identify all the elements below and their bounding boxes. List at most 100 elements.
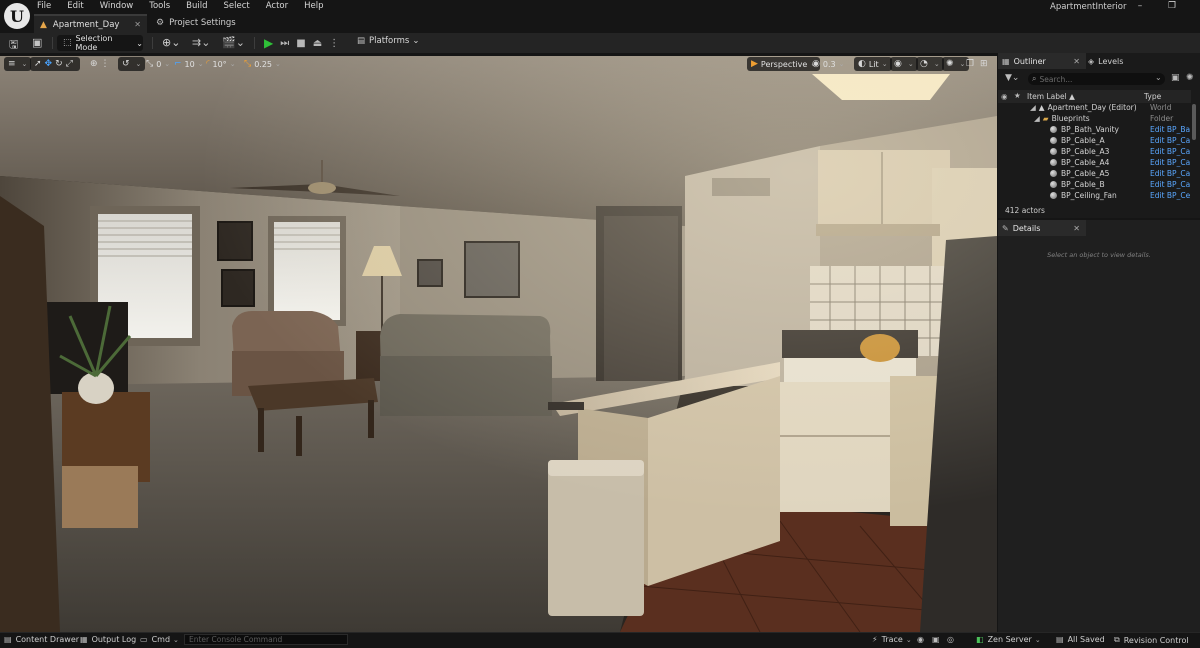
grid-snap-icon: ⌐ — [174, 59, 182, 69]
menu-item-file[interactable]: File — [37, 0, 51, 13]
menu-item-build[interactable]: Build — [186, 0, 207, 13]
all-saved-button[interactable]: ▤ All Saved — [1056, 635, 1105, 644]
save-icon[interactable]: 🖫 — [9, 36, 18, 55]
select-tool-icon[interactable]: ➚ — [34, 59, 42, 69]
search-options-chevron-icon[interactable]: ⌄ — [1155, 73, 1162, 82]
angle-snap-button[interactable]: ◜ 10° ⌄ — [206, 57, 236, 71]
scale-tool-icon[interactable]: ⤢ — [66, 59, 73, 69]
tree-row-actor[interactable]: BP_Cable_A5 Edit BP_Cabl — [998, 169, 1191, 180]
tab-levels[interactable]: ◈ Levels — [1088, 53, 1123, 69]
tree-row-actor[interactable]: BP_Cable_A3 Edit BP_Cabl — [998, 147, 1191, 158]
tree-row-actor[interactable]: BP_Bath_Vanity Edit BP_Bath — [998, 125, 1191, 136]
content-drawer-button[interactable]: ▤ Content Drawer — [4, 635, 79, 644]
play-icon[interactable]: ▶ — [264, 36, 273, 50]
menu-item-actor[interactable]: Actor — [266, 0, 288, 13]
coordinate-system-button[interactable]: ⊕ ⋮ — [90, 57, 113, 71]
platforms-button[interactable]: ▤ Platforms ⌄ — [357, 36, 419, 46]
filter-icon[interactable]: ▼⌄ — [1005, 73, 1019, 83]
grid-snap-value: 10 — [184, 59, 195, 69]
close-tab-icon[interactable]: ✕ — [1073, 57, 1080, 66]
tab-project-settings[interactable]: ⚙ Project Settings — [156, 15, 236, 31]
tab-outliner[interactable]: ▦ Outliner ✕ — [998, 53, 1086, 69]
step-icon[interactable]: ⏭ — [280, 38, 289, 49]
menu-item-help[interactable]: Help — [304, 0, 323, 13]
layout-button[interactable]: ⊞ — [980, 57, 991, 71]
trace-button[interactable]: ⚡ Trace ⌄ — [872, 635, 912, 644]
grid-snap-button[interactable]: ⌐ 10 ⌄ — [174, 57, 204, 71]
lighting-mode-button[interactable]: ◐ Lit ⌄ — [854, 57, 892, 71]
view-mode-button[interactable]: ▶ Perspective ⌄ — [747, 57, 821, 71]
menu-item-select[interactable]: Select — [224, 0, 250, 13]
tree-row-label: BP_Cable_A4 — [1050, 158, 1109, 167]
edit-blueprint-link[interactable]: Edit BP_Cabl — [1150, 136, 1190, 145]
edit-blueprint-link[interactable]: Edit BP_Cabl — [1150, 180, 1190, 189]
outliner-search-input[interactable]: ⌕ Search... — [1028, 73, 1165, 85]
selection-mode-dropdown[interactable]: ⬚ Selection Mode ⌄ — [57, 34, 143, 52]
tree-row-actor[interactable]: BP_Cable_A4 Edit BP_Cabl — [998, 158, 1191, 169]
edit-blueprint-link[interactable]: Edit BP_Cabl — [1150, 147, 1190, 156]
restore-icon[interactable]: ❐ — [1166, 1, 1178, 11]
eject-icon[interactable]: ⏏ — [313, 38, 322, 49]
add-actor-icon[interactable]: ⊕⌄ — [162, 36, 180, 49]
viewport-options-button[interactable]: ≡ ⌄ — [4, 57, 32, 71]
chevron-down-icon: ⌄ — [136, 38, 143, 48]
output-log-label: Output Log — [91, 635, 137, 644]
move-tool-icon[interactable]: ✥ — [45, 59, 53, 69]
add-folder-icon[interactable]: ▣ — [1171, 73, 1180, 83]
unreal-logo-icon[interactable]: U — [4, 3, 30, 29]
blueprint-icon[interactable]: ⇉⌄ — [192, 36, 210, 49]
tree-row-actor[interactable]: BP_Cable_B Edit BP_Cabl — [998, 180, 1191, 191]
minimize-icon[interactable]: – — [1134, 1, 1146, 11]
performance-button[interactable]: ◔ ⌄ — [916, 57, 944, 71]
tree-row-world[interactable]: ◢ ▲ Apartment_Day (Editor) World — [998, 103, 1191, 114]
close-tab-icon[interactable]: ✕ — [134, 20, 141, 29]
maximize-viewport-button[interactable]: ❐ — [966, 57, 977, 71]
show-flags-button[interactable]: ◉ ⌄ — [890, 57, 918, 71]
edit-blueprint-link[interactable]: Edit BP_Cabl — [1150, 158, 1190, 167]
menu-item-tools[interactable]: Tools — [149, 0, 170, 13]
settings-icon[interactable]: ✺ — [1186, 73, 1194, 83]
record-icon: ◉ — [917, 635, 924, 644]
play-options-icon[interactable]: ⋮ — [329, 38, 339, 49]
output-log-button[interactable]: ▦ Output Log — [80, 635, 136, 644]
screenshot-button[interactable]: ▣ — [932, 635, 944, 644]
outliner-scrollbar[interactable] — [1192, 104, 1196, 140]
pencil-icon: ✎ — [1002, 223, 1009, 233]
scale-snap-button[interactable]: ⤡ 0.25 ⌄ — [244, 57, 281, 71]
menu-item-edit[interactable]: Edit — [67, 0, 83, 13]
camera-speed-button[interactable]: ◉ 0.3 ⌄ — [812, 57, 844, 71]
surface-snap-button[interactable]: ↺ ⌄ — [118, 57, 146, 71]
tab-level[interactable]: ▲ Apartment_Day ✕ — [34, 14, 147, 33]
menu-item-window[interactable]: Window — [100, 0, 134, 13]
tab-details[interactable]: ✎ Details ✕ — [998, 220, 1086, 236]
console-command-input[interactable]: Enter Console Command — [184, 634, 348, 645]
cmd-dropdown[interactable]: ▭ Cmd ⌄ — [140, 635, 179, 644]
tree-row-actor[interactable]: BP_Cable_A Edit BP_Cabl — [998, 136, 1191, 147]
stop-icon[interactable]: ■ — [296, 38, 305, 49]
rotate-tool-icon[interactable]: ↻ — [55, 59, 63, 69]
close-tab-icon[interactable]: ✕ — [1073, 224, 1080, 233]
menu-bar: File Edit Window Tools Build Select Actor Help — [37, 0, 340, 13]
level-viewport[interactable] — [0, 56, 997, 632]
pin-icon[interactable]: ★ — [1014, 91, 1021, 100]
stop-trace-button[interactable]: ◎ — [947, 635, 958, 644]
edit-blueprint-link[interactable]: Edit BP_Cabl — [1150, 169, 1190, 178]
chevron-down-icon: ⌄ — [21, 60, 28, 68]
revision-control-button[interactable]: ⧉ Revision Control — [1114, 635, 1189, 645]
column-item-label[interactable]: Item Label ▲ — [1027, 92, 1075, 101]
content-drawer-icon: ▤ — [4, 635, 12, 644]
cinematics-icon[interactable]: 🎬⌄ — [222, 36, 245, 49]
zen-server-button[interactable]: ◧ Zen Server ⌄ — [976, 635, 1041, 644]
world-icon: ▲ — [1038, 103, 1045, 112]
edit-blueprint-link[interactable]: Edit BP_Bath — [1150, 125, 1190, 134]
tree-row-folder[interactable]: ◢ ▰ Blueprints Folder — [998, 114, 1191, 125]
rotation-snap-button[interactable]: ⤡ 0 ⌄ — [146, 57, 170, 71]
browse-content-icon[interactable]: ▣ — [32, 36, 42, 49]
edit-blueprint-link[interactable]: Edit BP_Ceilin — [1150, 191, 1190, 200]
trace-record-button[interactable]: ◉ — [917, 635, 928, 644]
all-saved-label: All Saved — [1067, 635, 1105, 644]
layout-grid-icon: ⊞ — [980, 59, 988, 69]
tree-row-actor[interactable]: BP_Ceiling_Fan Edit BP_Ceilin — [998, 191, 1191, 202]
visibility-icon[interactable]: ◉ — [1001, 92, 1008, 101]
column-type[interactable]: Type — [1144, 92, 1161, 101]
